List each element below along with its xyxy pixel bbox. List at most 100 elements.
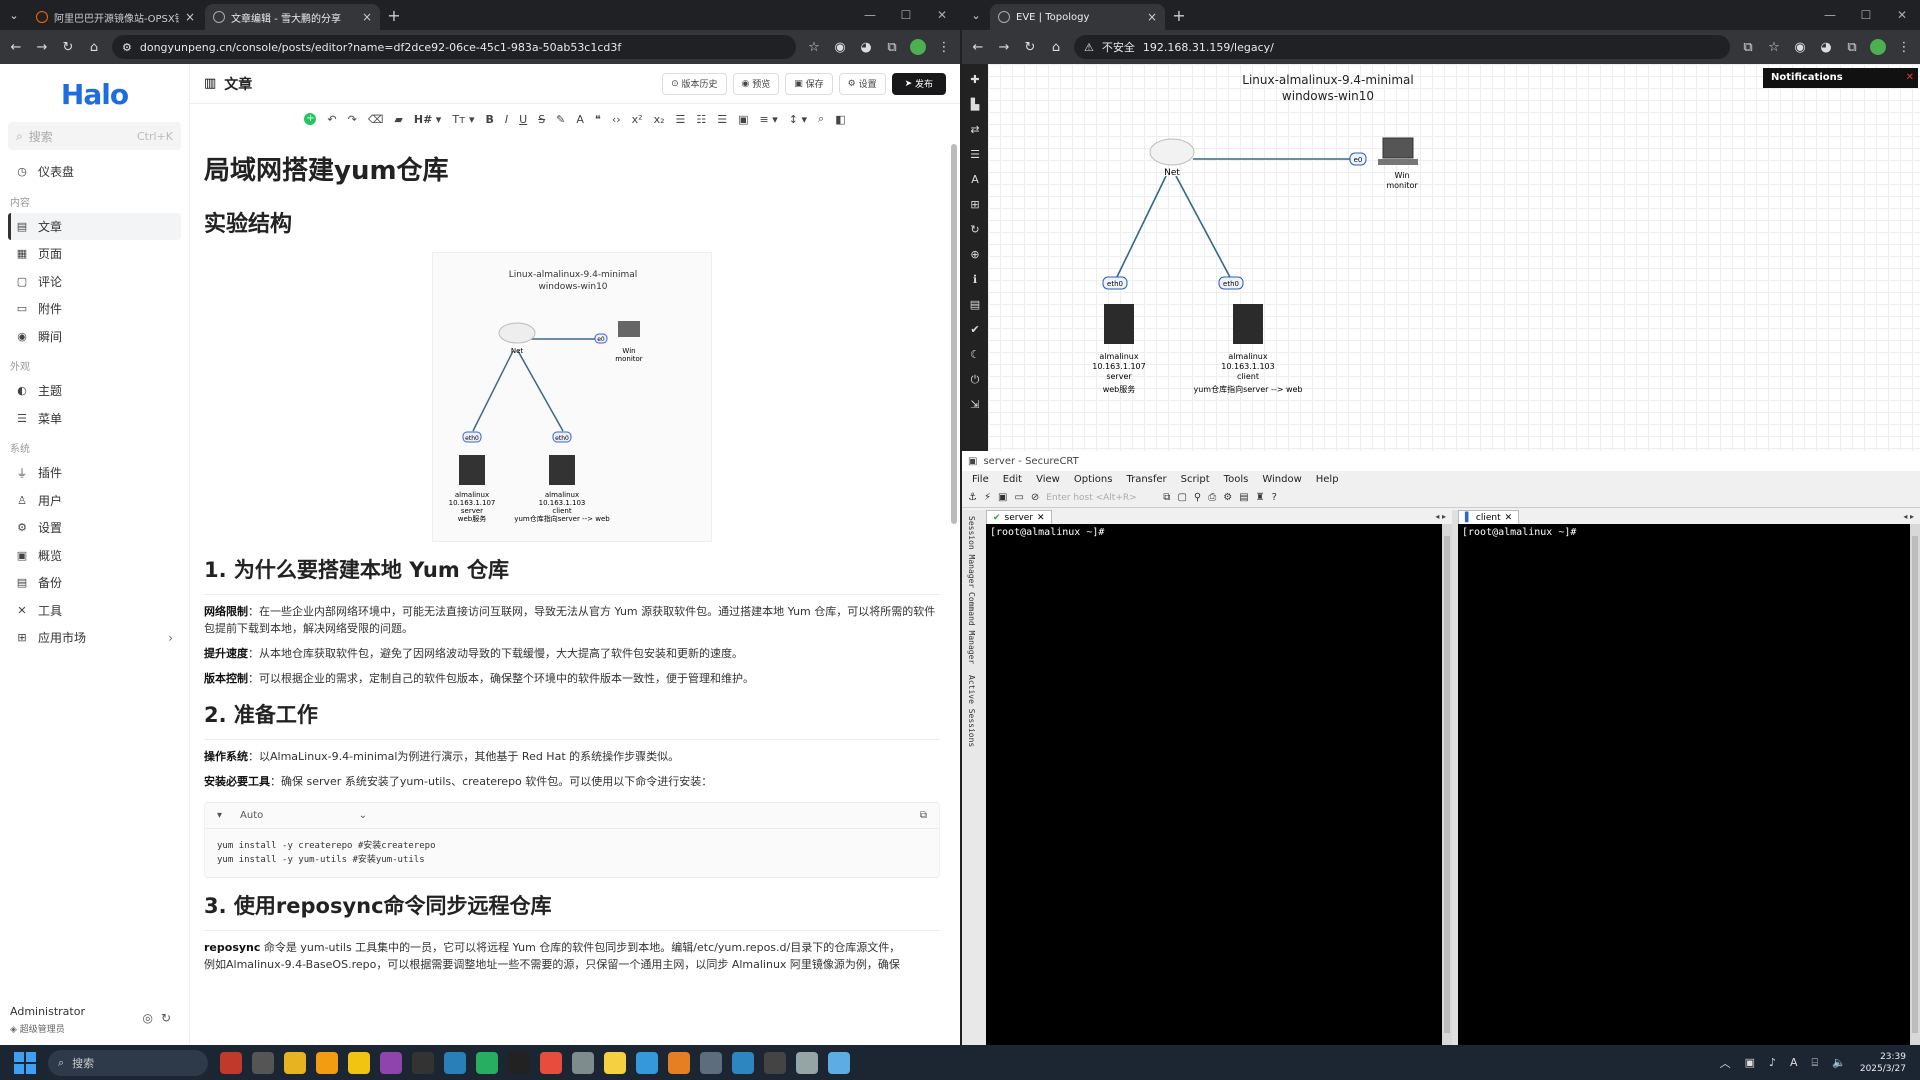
sftp-icon[interactable]: ▤ bbox=[1239, 492, 1248, 503]
ordered-list-icon[interactable]: ☷ bbox=[696, 113, 706, 126]
app-icon[interactable] bbox=[444, 1051, 466, 1074]
client-terminal[interactable]: [root@almalinux ~]# bbox=[1458, 524, 1910, 1045]
cloud-icon[interactable] bbox=[1149, 138, 1195, 166]
font-size-icon[interactable]: Tт ▾ bbox=[452, 113, 474, 126]
connect-icon[interactable]: ⚓ bbox=[968, 492, 977, 503]
logout-icon[interactable]: ⇲ bbox=[970, 397, 979, 413]
app-icon[interactable] bbox=[636, 1051, 658, 1074]
puzzle-icon[interactable]: ⧉ bbox=[1844, 40, 1860, 55]
reload-icon[interactable]: ↻ bbox=[60, 40, 76, 55]
menu-icon[interactable]: ⋮ bbox=[936, 40, 952, 55]
eraser-icon[interactable]: ⌫ bbox=[368, 113, 384, 126]
editor-scrollbar[interactable] bbox=[951, 144, 957, 524]
menu-icon[interactable]: ⋮ bbox=[1896, 40, 1912, 55]
tab-eve-topology[interactable]: EVE | Topology × bbox=[990, 4, 1165, 30]
minimize-icon[interactable]: — bbox=[852, 0, 888, 30]
zoom-icon[interactable]: ⊕ bbox=[970, 247, 979, 263]
monitor-icon[interactable] bbox=[1382, 137, 1414, 159]
tab-server[interactable]: ✔ server ✕ bbox=[986, 510, 1052, 524]
app-icon[interactable] bbox=[508, 1051, 530, 1074]
extension-icon[interactable]: ◉ bbox=[832, 40, 848, 55]
sidebar-item-users[interactable]: ♙ 用户 bbox=[8, 487, 181, 515]
session-manager-tab[interactable]: Session Manager bbox=[967, 516, 976, 588]
profile-icon[interactable]: ◎ bbox=[142, 1011, 160, 1025]
puzzle-icon[interactable]: ⧉ bbox=[884, 40, 900, 55]
forward-icon[interactable]: → bbox=[996, 40, 1012, 55]
sidebar-search[interactable]: ⌕ 搜索 Ctrl+K bbox=[8, 122, 181, 150]
windows-start-icon[interactable] bbox=[14, 1051, 36, 1074]
code-icon[interactable]: ‹› bbox=[612, 113, 621, 126]
sidebar-item-plugins[interactable]: ⏚ 插件 bbox=[8, 459, 181, 487]
line-height-icon[interactable]: ↕ ▾ bbox=[789, 113, 807, 126]
disconnect-icon[interactable]: ⊘ bbox=[1031, 492, 1039, 503]
dark-mode-icon[interactable]: ☾ bbox=[970, 347, 980, 363]
tab-search-icon[interactable]: ⌄ bbox=[962, 0, 990, 30]
find-icon[interactable]: ⚲ bbox=[1194, 492, 1201, 503]
client-node-icon[interactable] bbox=[1233, 304, 1263, 344]
menu-edit[interactable]: Edit bbox=[1003, 474, 1022, 485]
subscript-icon[interactable]: x₂ bbox=[654, 113, 665, 126]
highlight-icon[interactable]: ✎ bbox=[556, 113, 565, 126]
help-icon[interactable]: ? bbox=[1272, 492, 1277, 503]
undo-icon[interactable]: ↶ bbox=[327, 113, 336, 126]
close-window-icon[interactable]: ✕ bbox=[1884, 0, 1920, 30]
file-explorer-icon[interactable] bbox=[348, 1051, 370, 1074]
home-icon[interactable]: ⌂ bbox=[86, 40, 102, 55]
editor-content[interactable]: 局域网搭建yum仓库 实验结构 Linux-almalinux-9.4-mini… bbox=[204, 144, 940, 1045]
server-node-icon[interactable] bbox=[1104, 304, 1134, 344]
find-icon[interactable]: ⌕ bbox=[818, 112, 824, 126]
close-icon[interactable]: × bbox=[1147, 10, 1157, 24]
chrome-icon[interactable] bbox=[284, 1051, 306, 1074]
font-color-icon[interactable]: A bbox=[576, 113, 584, 126]
extension-icon[interactable]: ◉ bbox=[1792, 40, 1808, 55]
add-node-icon[interactable]: ✚ bbox=[970, 72, 979, 88]
server-scrollbar[interactable] bbox=[1442, 524, 1452, 1045]
notifications-panel[interactable]: Notifications ✕ bbox=[1763, 68, 1918, 88]
bold-icon[interactable]: B bbox=[485, 113, 493, 126]
format-painter-icon[interactable]: ▰ bbox=[394, 113, 402, 126]
extension2-icon[interactable]: ◕ bbox=[1818, 40, 1834, 55]
power-icon[interactable]: ⏻ bbox=[971, 372, 980, 388]
server-terminal[interactable]: [root@almalinux ~]# bbox=[986, 524, 1442, 1045]
sidebar-item-app-market[interactable]: ⊞ 应用市场 › bbox=[8, 624, 181, 652]
url-input[interactable]: ⚠ 不安全 192.168.31.159/legacy/ bbox=[1074, 35, 1730, 59]
redo-icon[interactable]: ↷ bbox=[348, 113, 357, 126]
network-icon[interactable]: ⌸ bbox=[1812, 1056, 1819, 1070]
profile-avatar[interactable] bbox=[910, 39, 926, 55]
tray-chevron-icon[interactable]: ︿ bbox=[1720, 1055, 1731, 1071]
sidebar-toggle-icon[interactable]: ◧ bbox=[835, 113, 845, 126]
paste-icon[interactable]: ▢ bbox=[1177, 492, 1186, 503]
close-icon[interactable]: ✕ bbox=[1037, 513, 1045, 523]
copy-icon[interactable]: ⧉ bbox=[920, 810, 927, 821]
sidebar-item-overview[interactable]: ▣ 概览 bbox=[8, 542, 181, 570]
profile-avatar[interactable] bbox=[1870, 39, 1886, 55]
mic-icon[interactable]: ♪ bbox=[1769, 1056, 1776, 1069]
preview-button[interactable]: ◉ 预览 bbox=[732, 72, 780, 95]
menu-view[interactable]: View bbox=[1036, 474, 1060, 485]
startup-configs-icon[interactable]: ☰ bbox=[970, 147, 980, 163]
copy-icon[interactable]: ⧉ bbox=[1163, 492, 1170, 503]
history-button[interactable]: ⊙ 版本历史 bbox=[662, 72, 727, 95]
strike-icon[interactable]: S bbox=[538, 113, 545, 126]
sidebar-item-dashboard[interactable]: ◷ 仪表盘 bbox=[8, 158, 181, 186]
heading-dropdown[interactable]: H# ▾ bbox=[414, 113, 441, 126]
sidebar-item-pages[interactable]: ▦ 页面 bbox=[8, 240, 181, 268]
close-icon[interactable]: ✕ bbox=[1505, 513, 1513, 523]
back-icon[interactable]: ← bbox=[970, 40, 986, 55]
url-input[interactable]: ⚙ dongyunpeng.cn/console/posts/editor?na… bbox=[112, 35, 796, 59]
new-tab-button[interactable]: + bbox=[382, 4, 406, 30]
app-icon[interactable] bbox=[540, 1051, 562, 1074]
app-icon[interactable] bbox=[796, 1051, 818, 1074]
close-window-icon[interactable]: ✕ bbox=[924, 0, 960, 30]
app-icon[interactable] bbox=[380, 1051, 402, 1074]
host-input[interactable]: Enter host <Alt+R> bbox=[1046, 493, 1156, 503]
task-view-icon[interactable] bbox=[252, 1051, 274, 1074]
text-icon[interactable]: A bbox=[971, 172, 979, 188]
back-icon[interactable]: ← bbox=[8, 40, 24, 55]
quote-icon[interactable]: ❝ bbox=[595, 113, 601, 126]
networks-icon[interactable]: ⇄ bbox=[970, 122, 979, 138]
collapse-icon[interactable]: ▾ bbox=[217, 810, 222, 821]
app-icon[interactable] bbox=[412, 1051, 434, 1074]
command-manager-tab[interactable]: Command Manager bbox=[967, 592, 976, 664]
menu-help[interactable]: Help bbox=[1316, 474, 1339, 485]
